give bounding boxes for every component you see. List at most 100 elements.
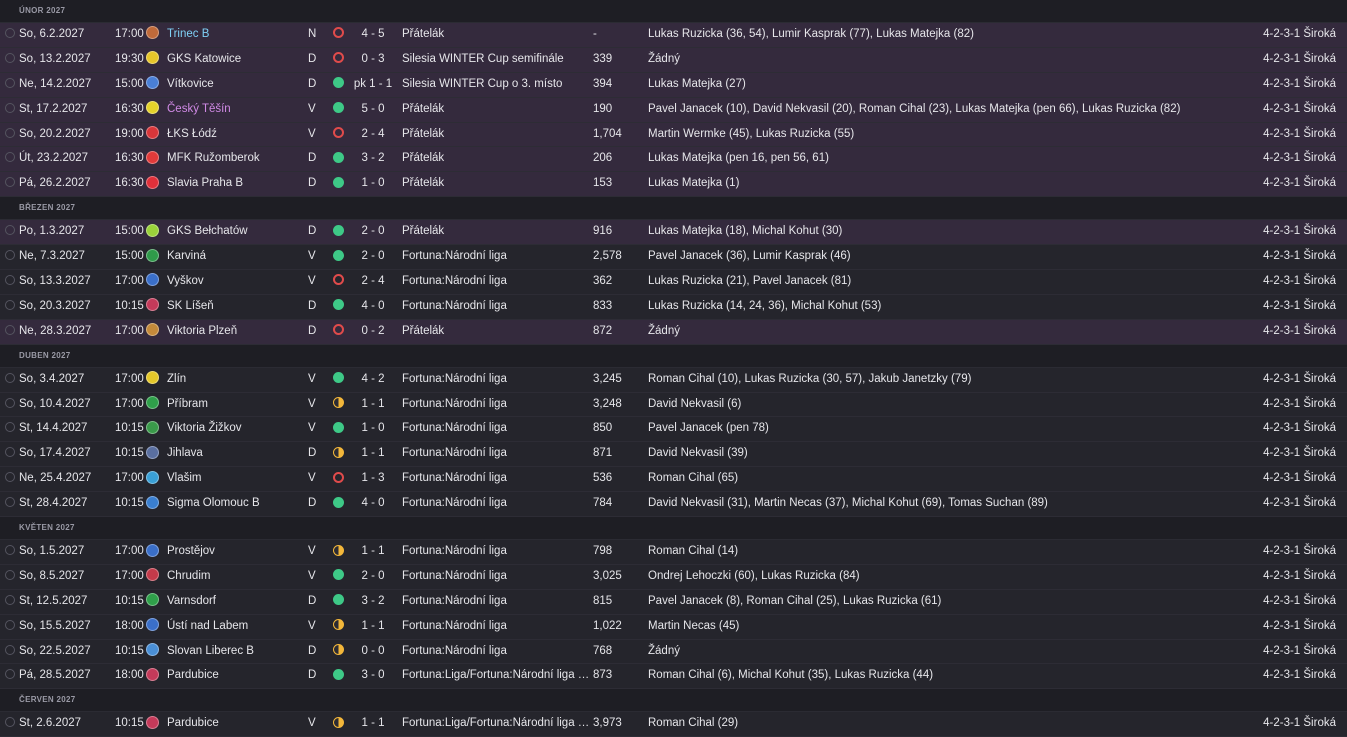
select-checkbox[interactable] bbox=[5, 590, 15, 614]
match-row[interactable]: So, 10.4.2027 17:00 Příbram V 1 - 1 Fort… bbox=[0, 392, 1347, 418]
select-checkbox[interactable] bbox=[5, 565, 15, 589]
match-score[interactable]: 4 - 0 bbox=[350, 295, 396, 319]
match-row[interactable]: Po, 1.3.2027 15:00 GKS Bełchatów D 2 - 0… bbox=[0, 220, 1347, 246]
opponent-link[interactable]: Trinec B bbox=[167, 23, 302, 47]
competition-link[interactable]: Fortuna:Národní liga bbox=[402, 640, 590, 664]
match-row[interactable]: Ne, 7.3.2027 15:00 Karviná V 2 - 0 Fortu… bbox=[0, 245, 1347, 271]
match-score[interactable]: 1 - 1 bbox=[350, 615, 396, 639]
competition-link[interactable]: Fortuna:Národní liga bbox=[402, 368, 590, 392]
select-checkbox[interactable] bbox=[5, 320, 15, 344]
opponent-link[interactable]: Varnsdorf bbox=[167, 590, 302, 614]
competition-link[interactable]: Fortuna:Národní liga bbox=[402, 417, 590, 441]
select-checkbox[interactable] bbox=[5, 712, 15, 736]
competition-link[interactable]: Fortuna:Národní liga bbox=[402, 590, 590, 614]
match-score[interactable]: 1 - 0 bbox=[350, 172, 396, 196]
match-score[interactable]: 3 - 2 bbox=[350, 590, 396, 614]
match-row[interactable]: So, 3.4.2027 17:00 Zlín V 4 - 2 Fortuna:… bbox=[0, 367, 1347, 393]
match-row[interactable]: Út, 23.2.2027 16:30 MFK Ružomberok D 3 -… bbox=[0, 147, 1347, 173]
match-score[interactable]: 1 - 0 bbox=[350, 417, 396, 441]
opponent-link[interactable]: Viktoria Plzeň bbox=[167, 320, 302, 344]
select-checkbox[interactable] bbox=[5, 147, 15, 171]
match-row[interactable]: So, 17.4.2027 10:15 Jihlava D 1 - 1 Fort… bbox=[0, 442, 1347, 468]
opponent-link[interactable]: Pardubice bbox=[167, 664, 302, 688]
select-checkbox[interactable] bbox=[5, 245, 15, 269]
opponent-link[interactable]: Příbram bbox=[167, 393, 302, 417]
competition-link[interactable]: Fortuna:Národní liga bbox=[402, 492, 590, 516]
match-row[interactable]: So, 20.2.2027 19:00 ŁKS Łódź V 2 - 4 Přá… bbox=[0, 122, 1347, 148]
match-row[interactable]: Pá, 26.2.2027 16:30 Slavia Praha B D 1 -… bbox=[0, 172, 1347, 198]
opponent-link[interactable]: Vítkovice bbox=[167, 73, 302, 97]
competition-link[interactable]: Fortuna:Národní liga bbox=[402, 467, 590, 491]
opponent-link[interactable]: Sigma Olomouc B bbox=[167, 492, 302, 516]
match-score[interactable]: 3 - 2 bbox=[350, 147, 396, 171]
competition-link[interactable]: Fortuna:Národní liga bbox=[402, 393, 590, 417]
select-checkbox[interactable] bbox=[5, 393, 15, 417]
match-row[interactable]: So, 13.2.2027 19:30 GKS Katowice D 0 - 3… bbox=[0, 47, 1347, 73]
match-score[interactable]: 4 - 2 bbox=[350, 368, 396, 392]
select-checkbox[interactable] bbox=[5, 23, 15, 47]
match-row[interactable]: So, 13.3.2027 17:00 Vyškov V 2 - 4 Fortu… bbox=[0, 270, 1347, 295]
match-row[interactable]: So, 6.2.2027 17:00 Trinec B N 4 - 5 Přát… bbox=[0, 23, 1347, 48]
match-row[interactable]: So, 20.3.2027 10:15 SK Líšeň D 4 - 0 For… bbox=[0, 294, 1347, 320]
opponent-link[interactable]: Vyškov bbox=[167, 270, 302, 294]
competition-link[interactable]: Silesia WINTER Cup o 3. místo bbox=[402, 73, 590, 97]
competition-link[interactable]: Fortuna:Národní liga bbox=[402, 540, 590, 564]
select-checkbox[interactable] bbox=[5, 123, 15, 147]
match-score[interactable]: 2 - 4 bbox=[350, 123, 396, 147]
competition-link[interactable]: Fortuna:Národní liga bbox=[402, 295, 590, 319]
select-checkbox[interactable] bbox=[5, 368, 15, 392]
match-score[interactable]: 4 - 0 bbox=[350, 492, 396, 516]
match-score[interactable]: 0 - 0 bbox=[350, 640, 396, 664]
opponent-link[interactable]: Slavia Praha B bbox=[167, 172, 302, 196]
match-score[interactable]: 1 - 3 bbox=[350, 467, 396, 491]
competition-link[interactable]: Fortuna:Národní liga bbox=[402, 565, 590, 589]
competition-link[interactable]: Přátelák bbox=[402, 123, 590, 147]
opponent-link[interactable]: Pardubice bbox=[167, 712, 302, 736]
opponent-link[interactable]: Viktoria Žižkov bbox=[167, 417, 302, 441]
opponent-link[interactable]: MFK Ružomberok bbox=[167, 147, 302, 171]
match-score[interactable]: 0 - 3 bbox=[350, 48, 396, 72]
match-score[interactable]: 1 - 1 bbox=[350, 442, 396, 466]
match-row[interactable]: St, 28.4.2027 10:15 Sigma Olomouc B D 4 … bbox=[0, 492, 1347, 518]
opponent-link[interactable]: Slovan Liberec B bbox=[167, 640, 302, 664]
match-score[interactable]: 2 - 0 bbox=[350, 245, 396, 269]
match-row[interactable]: Ne, 14.2.2027 15:00 Vítkovice D pk 1 - 1… bbox=[0, 72, 1347, 98]
match-score[interactable]: 0 - 2 bbox=[350, 320, 396, 344]
match-row[interactable]: St, 12.5.2027 10:15 Varnsdorf D 3 - 2 Fo… bbox=[0, 589, 1347, 615]
match-row[interactable]: Ne, 25.4.2027 17:00 Vlašim V 1 - 3 Fortu… bbox=[0, 467, 1347, 493]
select-checkbox[interactable] bbox=[5, 73, 15, 97]
match-row[interactable]: St, 17.2.2027 16:30 Český Těšín V 5 - 0 … bbox=[0, 97, 1347, 123]
select-checkbox[interactable] bbox=[5, 417, 15, 441]
match-score[interactable]: 1 - 1 bbox=[350, 712, 396, 736]
competition-link[interactable]: Přátelák bbox=[402, 147, 590, 171]
opponent-link[interactable]: Vlašim bbox=[167, 467, 302, 491]
match-score[interactable]: pk 1 - 1 bbox=[350, 73, 396, 97]
select-checkbox[interactable] bbox=[5, 172, 15, 196]
select-checkbox[interactable] bbox=[5, 295, 15, 319]
competition-link[interactable]: Fortuna:Národní liga bbox=[402, 442, 590, 466]
opponent-link[interactable]: Prostějov bbox=[167, 540, 302, 564]
competition-link[interactable]: Fortuna:Liga/Fortuna:Národní liga Play-o… bbox=[402, 712, 590, 736]
match-row[interactable]: So, 22.5.2027 10:15 Slovan Liberec B D 0… bbox=[0, 639, 1347, 665]
match-score[interactable]: 2 - 0 bbox=[350, 220, 396, 244]
competition-link[interactable]: Fortuna:Liga/Fortuna:Národní liga Play-o… bbox=[402, 664, 590, 688]
select-checkbox[interactable] bbox=[5, 48, 15, 72]
opponent-link[interactable]: Karviná bbox=[167, 245, 302, 269]
opponent-link[interactable]: Český Těšín bbox=[167, 98, 302, 122]
match-row[interactable]: St, 2.6.2027 10:15 Pardubice V 1 - 1 For… bbox=[0, 712, 1347, 737]
select-checkbox[interactable] bbox=[5, 467, 15, 491]
competition-link[interactable]: Fortuna:Národní liga bbox=[402, 615, 590, 639]
select-checkbox[interactable] bbox=[5, 540, 15, 564]
select-checkbox[interactable] bbox=[5, 640, 15, 664]
match-score[interactable]: 3 - 0 bbox=[350, 664, 396, 688]
opponent-link[interactable]: Zlín bbox=[167, 368, 302, 392]
select-checkbox[interactable] bbox=[5, 664, 15, 688]
select-checkbox[interactable] bbox=[5, 615, 15, 639]
opponent-link[interactable]: Chrudim bbox=[167, 565, 302, 589]
match-score[interactable]: 1 - 1 bbox=[350, 540, 396, 564]
opponent-link[interactable]: ŁKS Łódź bbox=[167, 123, 302, 147]
opponent-link[interactable]: Ústí nad Labem bbox=[167, 615, 302, 639]
match-score[interactable]: 2 - 4 bbox=[350, 270, 396, 294]
competition-link[interactable]: Fortuna:Národní liga bbox=[402, 270, 590, 294]
opponent-link[interactable]: SK Líšeň bbox=[167, 295, 302, 319]
